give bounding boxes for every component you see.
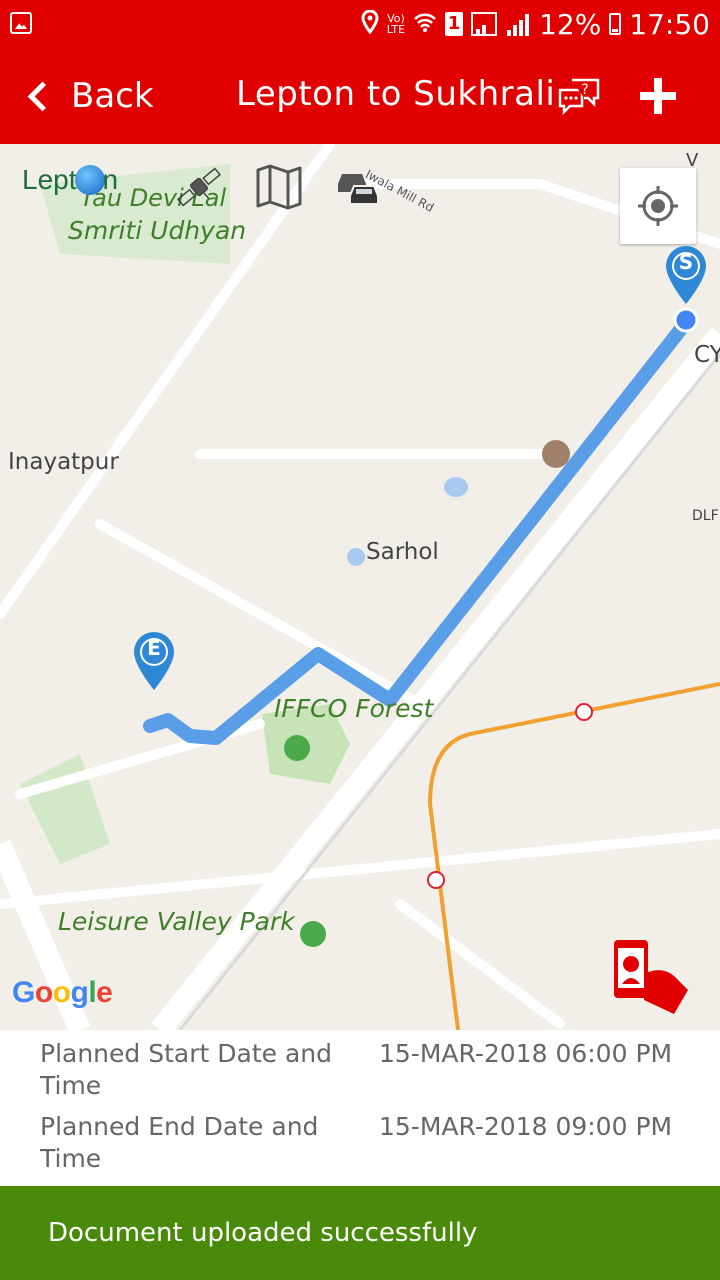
map-icon [256,164,302,210]
map-label-leisure-valley: Leisure Valley Park [58,907,295,936]
google-logo: Google [12,976,113,1010]
my-location-button[interactable] [620,168,696,244]
sos-button[interactable] [604,934,694,1024]
map-label-inayatpur: Inayatpur [8,449,119,475]
status-bar: Vo) LTE 1 12% 17:50 [0,0,720,48]
add-button[interactable] [640,78,676,114]
map-label-iffco-forest: IFFCO Forest [274,694,434,723]
chevron-left-icon [27,81,58,111]
road [395,899,565,1029]
battery-icon [609,13,622,35]
planned-start-value: 15-MAR-2018 06:00 PM [379,1039,673,1068]
end-marker[interactable]: E [132,630,176,692]
app-bar: Back Lepton to Sukhrali ? [0,48,720,144]
planned-end-label: Planned End Date and Time [40,1112,319,1173]
back-button[interactable]: Back [24,70,154,122]
google-letter: g [70,976,89,1009]
map-canvas [0,144,720,1030]
success-toast: Document uploaded successfully [0,1186,720,1280]
google-letter: e [96,976,113,1009]
chat-help-button[interactable]: ? [556,76,602,118]
google-letter: l [88,976,97,1009]
phone-hand-sos-icon [614,940,688,1014]
park-poi-icon [300,921,326,947]
google-letter: G [12,976,35,1009]
signal-icon-1 [471,12,498,36]
toast-message: Document uploaded successfully [48,1218,478,1248]
water-body-1 [444,477,468,497]
location-icon [361,9,379,38]
map-label-park-top-2: Smriti Udhyan [68,216,247,245]
metro-station-icon [427,871,445,889]
start-marker-label: S [678,250,694,274]
map-label-sarhol: Sarhol [366,539,439,565]
lepton-logo: Lept n [22,164,118,196]
satellite-icon [176,167,222,207]
trip-details: Planned Start Date and Time 15-MAR-2018 … [0,1030,720,1186]
map-label-edge: DLF [692,508,719,524]
map-label-edge: CY [694,342,720,368]
globe-icon [74,165,105,195]
route-map[interactable]: Tau Devi Lal Smriti Udhyan Inayatpur Sar… [0,144,720,1030]
sim-indicator: 1 [445,12,464,36]
metro-station-icon [575,703,593,721]
signal-icon-2 [505,12,531,36]
volte-lte-icon: Vo) LTE [386,12,406,36]
route-line [143,313,695,745]
museum-poi-icon [542,440,570,468]
planned-end-value: 15-MAR-2018 09:00 PM [379,1112,673,1141]
satellite-view-button[interactable] [170,158,228,216]
traffic-view-button[interactable] [332,158,390,216]
map-view-button[interactable] [250,158,308,216]
start-marker[interactable]: S [664,244,708,306]
chat-question-icon: ? [558,78,600,116]
traffic-cars-icon [338,174,379,205]
google-letter: o [34,976,53,1009]
clock: 17:50 [629,7,710,41]
battery-percent: 12% [539,7,602,41]
logo-text-end: n [102,164,119,195]
current-location-dot [673,307,699,333]
back-label: Back [71,76,154,116]
end-marker-label: E [147,636,161,660]
park-poi-icon [284,735,310,761]
gallery-notification-icon [10,12,32,34]
status-icons: Vo) LTE 1 12% 17:50 [361,6,710,42]
water-body-2 [347,548,365,566]
logo-text: Lept [22,164,77,195]
svg-text:?: ? [581,82,588,98]
planned-start-label: Planned Start Date and Time [40,1039,332,1100]
page-title: Lepton to Sukhrali [236,74,556,114]
google-letter: o [52,976,71,1009]
wifi-icon [413,11,437,37]
crosshair-icon [638,186,678,226]
